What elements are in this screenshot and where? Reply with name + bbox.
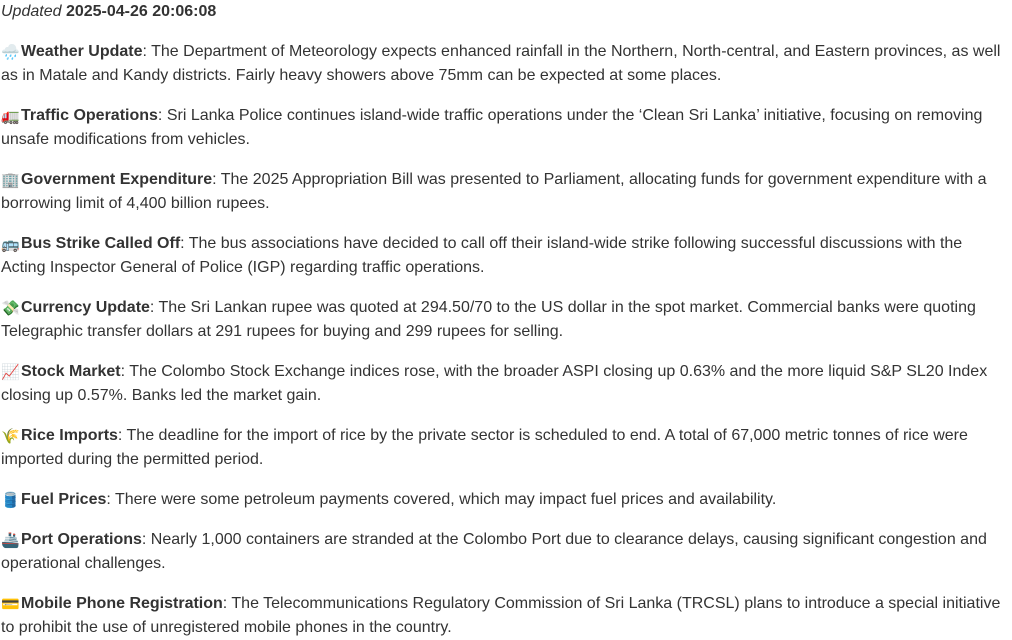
news-item-title: Stock Market — [21, 363, 121, 380]
news-item-title: Fuel Prices — [21, 491, 107, 508]
news-item-title: Weather Update — [21, 43, 143, 60]
updated-timestamp: 2025-04-26 20:06:08 — [65, 3, 217, 20]
news-item-currency: 💸Currency Update: The Sri Lankan rupee w… — [1, 296, 1009, 344]
news-item-text: : Nearly 1,000 containers are stranded a… — [1, 531, 987, 572]
news-item-title: Bus Strike Called Off — [21, 235, 181, 252]
news-item-text: : The Colombo Stock Exchange indices ros… — [1, 363, 988, 404]
updated-line: Updated 2025-04-26 20:06:08 — [1, 0, 1004, 24]
ship-icon: 🚢 — [1, 531, 20, 549]
news-item-traffic: 🚛Traffic Operations: Sri Lanka Police co… — [1, 104, 1009, 152]
oil-drum-icon: 🛢️ — [1, 491, 20, 509]
news-item-title: Currency Update — [21, 299, 150, 316]
truck-icon: 🚛 — [1, 107, 20, 125]
news-item-stock-market: 📈Stock Market: The Colombo Stock Exchang… — [1, 360, 1009, 408]
news-item-text: : There were some petroleum payments cov… — [106, 491, 777, 508]
news-item-government: 🏢Government Expenditure: The 2025 Approp… — [1, 168, 1009, 216]
news-item-fuel-prices: 🛢️Fuel Prices: There were some petroleum… — [1, 488, 1009, 512]
news-item-weather: 🌧️Weather Update: The Department of Mete… — [1, 40, 1009, 88]
updated-label: Updated — [1, 3, 62, 20]
money-with-wings-icon: 💸 — [1, 299, 20, 317]
news-item-title: Government Expenditure — [21, 171, 213, 188]
rice-sheaf-icon: 🌾 — [1, 427, 20, 445]
news-item-port-operations: 🚢Port Operations: Nearly 1,000 container… — [1, 528, 1009, 576]
news-item-text: : The Department of Meteorology expects … — [1, 43, 1001, 84]
rain-cloud-icon: 🌧️ — [1, 43, 20, 61]
chart-increasing-icon: 📈 — [1, 363, 20, 381]
news-item-rice-imports: 🌾Rice Imports: The deadline for the impo… — [1, 424, 1009, 472]
news-item-bus-strike: 🚌Bus Strike Called Off: The bus associat… — [1, 232, 1009, 280]
news-item-title: Rice Imports — [21, 427, 118, 444]
news-briefing: Updated 2025-04-26 20:06:08 🌧️Weather Up… — [0, 0, 1008, 640]
bus-icon: 🚌 — [1, 235, 20, 253]
office-building-icon: 🏢 — [1, 171, 20, 189]
news-item-text: : The deadline for the import of rice by… — [1, 427, 968, 468]
news-item-title: Port Operations — [21, 531, 142, 548]
news-item-title: Traffic Operations — [21, 107, 158, 124]
credit-card-icon: 💳 — [1, 595, 20, 613]
news-item-title: Mobile Phone Registration — [21, 595, 223, 612]
news-item-mobile-registration: 💳Mobile Phone Registration: The Telecomm… — [1, 592, 1009, 640]
